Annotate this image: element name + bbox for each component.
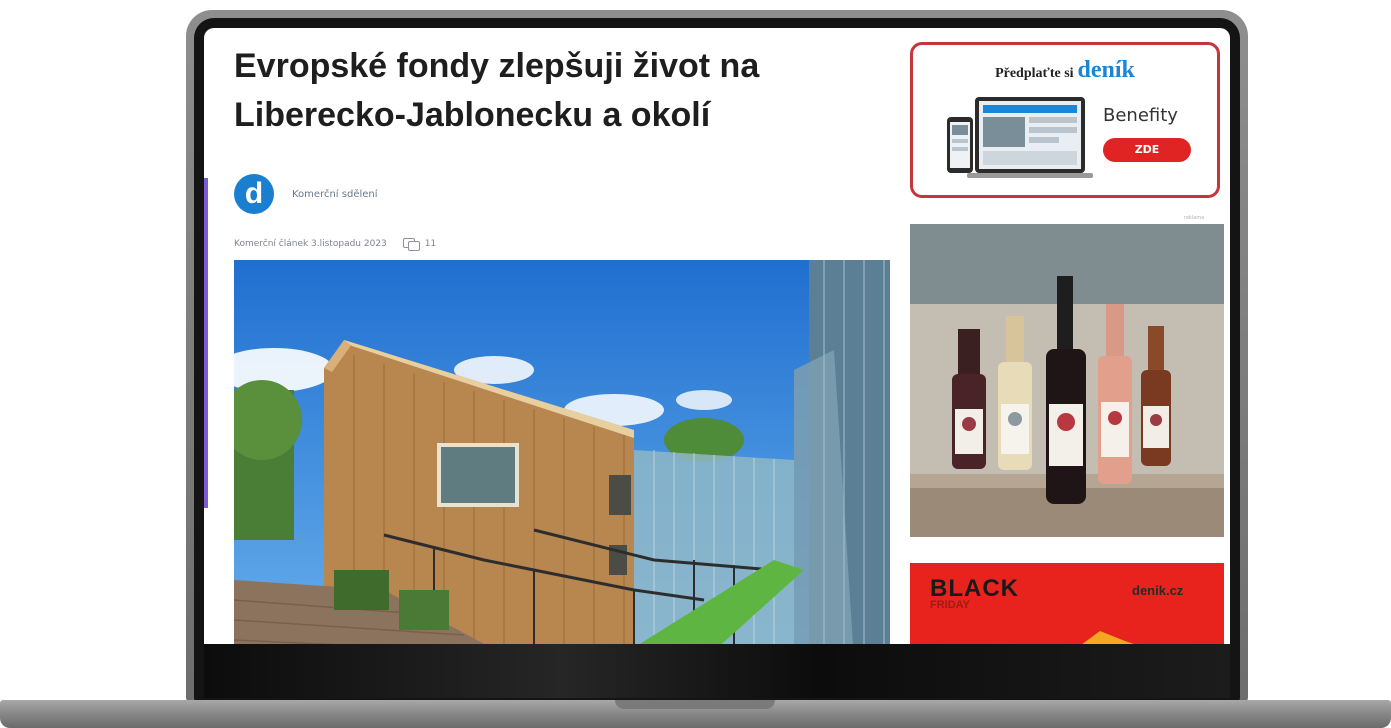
bf-subtitle: FRIDAY bbox=[930, 599, 970, 611]
laptop-screen: Evropské fondy zlepšuji život na Liberec… bbox=[204, 28, 1230, 644]
promo-brand: deník bbox=[1077, 57, 1135, 83]
avatar[interactable]: d bbox=[234, 174, 274, 214]
comment-icon[interactable] bbox=[402, 238, 421, 251]
article: Evropské fondy zlepšuji život na Liberec… bbox=[234, 42, 894, 644]
bf-shape-icon bbox=[1082, 631, 1134, 644]
comment-count[interactable]: 11 bbox=[425, 239, 436, 249]
black-friday-ad[interactable]: BLACK FRIDAY denik.cz bbox=[910, 563, 1224, 644]
laptop-bottom-bezel bbox=[204, 644, 1230, 698]
wine-advertisement[interactable] bbox=[910, 224, 1224, 537]
bf-logo: denik.cz bbox=[1132, 583, 1184, 598]
author-row: d Komerční sdělení bbox=[234, 174, 378, 214]
promo-title: Předplaťte si deník bbox=[913, 57, 1217, 84]
article-date: Komerční článek 3.listopadu 2023 bbox=[234, 239, 387, 249]
article-headline[interactable]: Evropské fondy zlepšuji život na Liberec… bbox=[234, 42, 844, 140]
ad-label: reklama bbox=[1184, 215, 1205, 221]
article-meta: Komerční článek 3.listopadu 2023 11 bbox=[234, 238, 436, 251]
author-name[interactable]: Komerční sdělení bbox=[292, 189, 378, 200]
hero-image[interactable] bbox=[234, 260, 890, 644]
benefits-label: Benefity bbox=[1103, 105, 1178, 126]
devices-illustration bbox=[943, 95, 1097, 185]
promo-text: Předplaťte si bbox=[995, 66, 1074, 81]
subscription-promo[interactable]: Předplaťte si deník Benefity ZDE bbox=[910, 42, 1220, 198]
laptop-notch bbox=[615, 700, 775, 709]
left-accent-bar bbox=[204, 178, 208, 508]
zde-button[interactable]: ZDE bbox=[1103, 138, 1191, 162]
laptop-base bbox=[0, 700, 1391, 728]
